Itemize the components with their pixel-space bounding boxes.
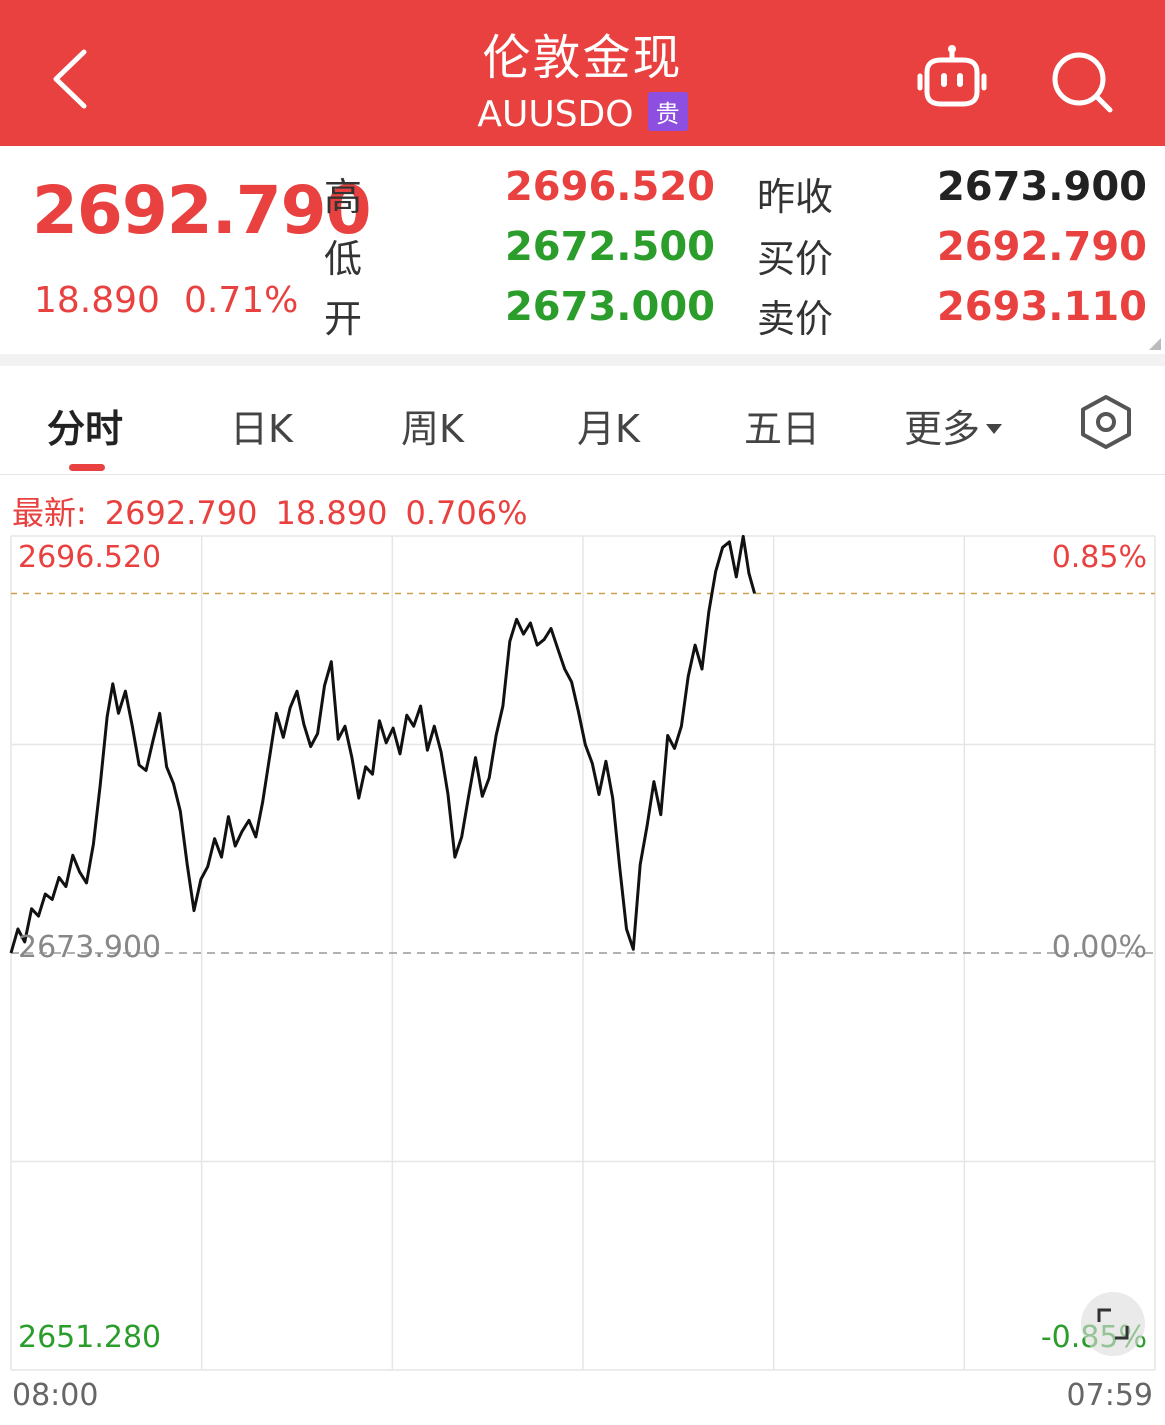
instrument-code-text: AUUSDO bbox=[477, 94, 634, 135]
tab-daily-k[interactable]: 日K bbox=[230, 398, 293, 453]
high-value: 2696.520 bbox=[504, 164, 715, 210]
prev-close-label: 昨收 bbox=[757, 175, 834, 219]
latest-price: 2692.790 bbox=[104, 494, 258, 532]
bid-value: 2692.790 bbox=[936, 224, 1147, 270]
tab-more[interactable]: 更多 bbox=[904, 398, 1003, 453]
top-bar: 伦敦金现 AUUSDO 贵 bbox=[0, 0, 1165, 146]
price-change: 18.890 0.71% bbox=[34, 280, 298, 321]
active-tab-indicator bbox=[69, 464, 105, 471]
x-axis-end-label: 07:59 bbox=[1066, 1378, 1153, 1413]
tab-intraday[interactable]: 分时 bbox=[47, 398, 123, 453]
tab-monthly-k[interactable]: 月K bbox=[577, 398, 640, 453]
chart-tabs: 分时 日K 周K 月K 五日 更多 bbox=[0, 366, 1165, 475]
y-axis-bottom-label: 2651.280 bbox=[18, 1320, 162, 1355]
low-value: 2672.500 bbox=[504, 224, 715, 270]
pct-axis-mid-label: 0.00% bbox=[1051, 930, 1147, 965]
section-divider bbox=[0, 354, 1165, 366]
fullscreen-button[interactable] bbox=[1081, 1292, 1145, 1356]
high-label: 高 bbox=[324, 175, 363, 219]
fullscreen-icon bbox=[1097, 1308, 1129, 1340]
page-title: 伦敦金现 bbox=[482, 30, 683, 86]
prev-close-value: 2673.900 bbox=[936, 164, 1147, 210]
ask-label: 卖价 bbox=[757, 297, 834, 341]
change-value: 18.890 bbox=[34, 280, 160, 321]
intraday-chart[interactable] bbox=[0, 530, 1165, 1375]
tab-weekly-k[interactable]: 周K bbox=[401, 398, 464, 453]
settings-hexagon-icon[interactable] bbox=[1078, 394, 1134, 450]
open-label: 开 bbox=[324, 297, 363, 341]
chart-grid bbox=[10, 535, 1156, 1371]
tab-five-day[interactable]: 五日 bbox=[744, 398, 820, 453]
latest-change: 18.890 bbox=[275, 494, 388, 532]
y-axis-mid-label: 2673.900 bbox=[18, 930, 162, 965]
quote-panel: 2692.790 18.890 0.71% 高 低 开 2696.520 2672… bbox=[0, 146, 1165, 356]
caret-down-icon bbox=[986, 424, 1003, 434]
y-axis-top-label: 2696.520 bbox=[18, 540, 162, 575]
instrument-code: AUUSDO 贵 bbox=[0, 92, 1165, 135]
low-label: 低 bbox=[324, 237, 363, 281]
latest-percent: 0.706% bbox=[405, 494, 528, 532]
ask-value: 2693.110 bbox=[936, 284, 1147, 330]
open-value: 2673.000 bbox=[504, 284, 715, 330]
last-price: 2692.790 bbox=[32, 172, 372, 249]
tab-more-label: 更多 bbox=[904, 407, 981, 451]
category-badge: 贵 bbox=[647, 92, 688, 131]
bid-label: 买价 bbox=[757, 237, 834, 281]
change-percent: 0.71% bbox=[183, 280, 299, 321]
x-axis-start-label: 08:00 bbox=[12, 1378, 99, 1413]
pct-axis-top-label: 0.85% bbox=[1051, 540, 1147, 575]
expand-quote-corner-icon[interactable] bbox=[1149, 338, 1161, 350]
latest-label: 最新: bbox=[12, 494, 87, 532]
latest-readout: 最新: 2692.790 18.890 0.706% bbox=[12, 488, 527, 534]
robot-assistant-icon[interactable] bbox=[915, 44, 989, 110]
search-icon[interactable] bbox=[1050, 50, 1114, 114]
